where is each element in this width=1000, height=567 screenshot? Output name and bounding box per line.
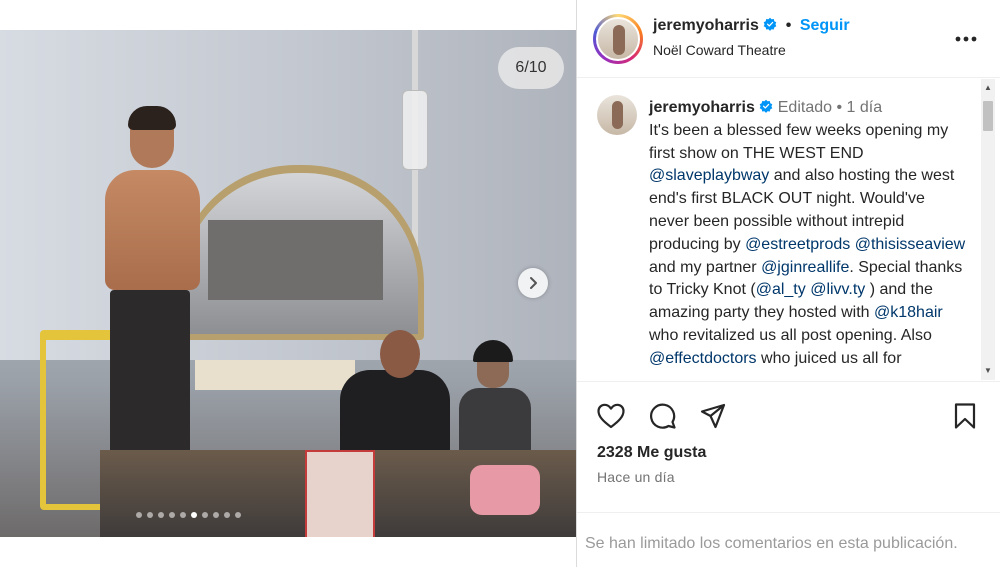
mention-link[interactable]: @thisisseaview <box>855 236 966 253</box>
mention-link[interactable]: @livv.ty <box>810 281 865 298</box>
photo-shopping-bag <box>305 450 375 537</box>
post-photo[interactable] <box>0 30 576 537</box>
mention-link[interactable]: @jginreallife <box>761 259 849 276</box>
mention-link[interactable]: @estreetprods <box>745 236 850 253</box>
slide-counter: 6/10 <box>498 47 564 89</box>
comment-bubble-icon <box>650 403 676 429</box>
photo-iv-bag <box>402 90 428 170</box>
comment-button[interactable] <box>647 400 679 432</box>
caption-separator: • <box>836 99 843 116</box>
caption-text-segment: who revitalized us all post opening. Als… <box>649 326 932 344</box>
paper-plane-icon <box>700 403 726 429</box>
comments-section[interactable]: jeremyoharris Editado • 1 día It's been … <box>577 79 1000 380</box>
header-username-row: jeremyoharris • Seguir <box>653 17 850 35</box>
slide-dot[interactable] <box>158 512 164 518</box>
photo-pink-item <box>470 465 540 515</box>
comments-limited-notice: Se han limitado los comentarios en esta … <box>577 512 1000 567</box>
caption-text-segment: It's been a blessed few weeks opening my… <box>649 121 949 162</box>
caption-age: 1 día <box>846 99 883 116</box>
caption-text-segment: and my partner <box>649 258 762 276</box>
mention-link[interactable]: @effectdoctors <box>649 350 757 367</box>
slide-dot[interactable] <box>202 512 208 518</box>
caption-text: It's been a blessed few weeks opening my… <box>649 122 965 367</box>
chevron-right-icon <box>530 277 537 289</box>
scroll-up-arrow-icon[interactable]: ▲ <box>983 83 993 93</box>
header-username[interactable]: jeremyoharris <box>653 17 759 34</box>
scroll-down-arrow-icon[interactable]: ▼ <box>983 366 993 376</box>
slide-dot[interactable] <box>191 512 197 518</box>
post-header: jeremyoharris • Seguir Noël Coward Theat… <box>577 0 1000 78</box>
comments-scrollbar[interactable]: ▲ ▼ <box>981 79 995 380</box>
slide-dot[interactable] <box>235 512 241 518</box>
more-horizontal-icon <box>955 36 977 42</box>
slide-dot[interactable] <box>136 512 142 518</box>
heart-icon <box>597 403 625 429</box>
story-ring[interactable] <box>593 14 643 64</box>
save-button[interactable] <box>949 400 981 432</box>
more-options-button[interactable] <box>953 26 979 52</box>
caption-edited: Editado <box>777 99 833 116</box>
caption-text-segment: who juiced us all for <box>756 349 902 367</box>
caption-username[interactable]: jeremyoharris <box>649 99 755 116</box>
post-side-panel: jeremyoharris • Seguir Noël Coward Theat… <box>576 0 1000 567</box>
verified-badge-icon <box>759 99 773 113</box>
post-caption: jeremyoharris Editado • 1 día It's been … <box>649 97 969 371</box>
verified-badge-icon <box>763 17 777 31</box>
caption-avatar[interactable] <box>597 95 637 135</box>
slide-dot[interactable] <box>224 512 230 518</box>
header-separator: • <box>785 17 792 34</box>
next-slide-button[interactable] <box>518 268 548 298</box>
mention-link[interactable]: @k18hair <box>874 304 943 321</box>
scrollbar-thumb[interactable] <box>983 101 993 131</box>
bookmark-icon <box>954 403 976 429</box>
post-actions: 2328 Me gusta Hace un día <box>577 381 1000 511</box>
slide-dot[interactable] <box>147 512 153 518</box>
slide-dot[interactable] <box>180 512 186 518</box>
comments-limited-text: Se han limitado los comentarios en esta … <box>585 535 958 552</box>
like-button[interactable] <box>595 400 627 432</box>
follow-button[interactable]: Seguir <box>800 17 850 34</box>
photo-mirror-reflection <box>208 220 383 300</box>
likes-count[interactable]: 2328 Me gusta <box>597 444 706 462</box>
mention-link[interactable]: @al_ty <box>756 281 806 298</box>
slide-dots <box>136 512 241 518</box>
photo-person-cap <box>455 340 535 460</box>
mention-link[interactable]: @slaveplaybway <box>649 167 769 184</box>
slide-dot[interactable] <box>213 512 219 518</box>
share-button[interactable] <box>697 400 729 432</box>
post-time[interactable]: Hace un día <box>597 469 675 485</box>
photo-person-seated <box>330 330 460 460</box>
slide-dot[interactable] <box>169 512 175 518</box>
avatar <box>596 17 640 61</box>
post-location[interactable]: Noël Coward Theatre <box>653 42 786 58</box>
post-media: 6/10 <box>0 0 576 567</box>
